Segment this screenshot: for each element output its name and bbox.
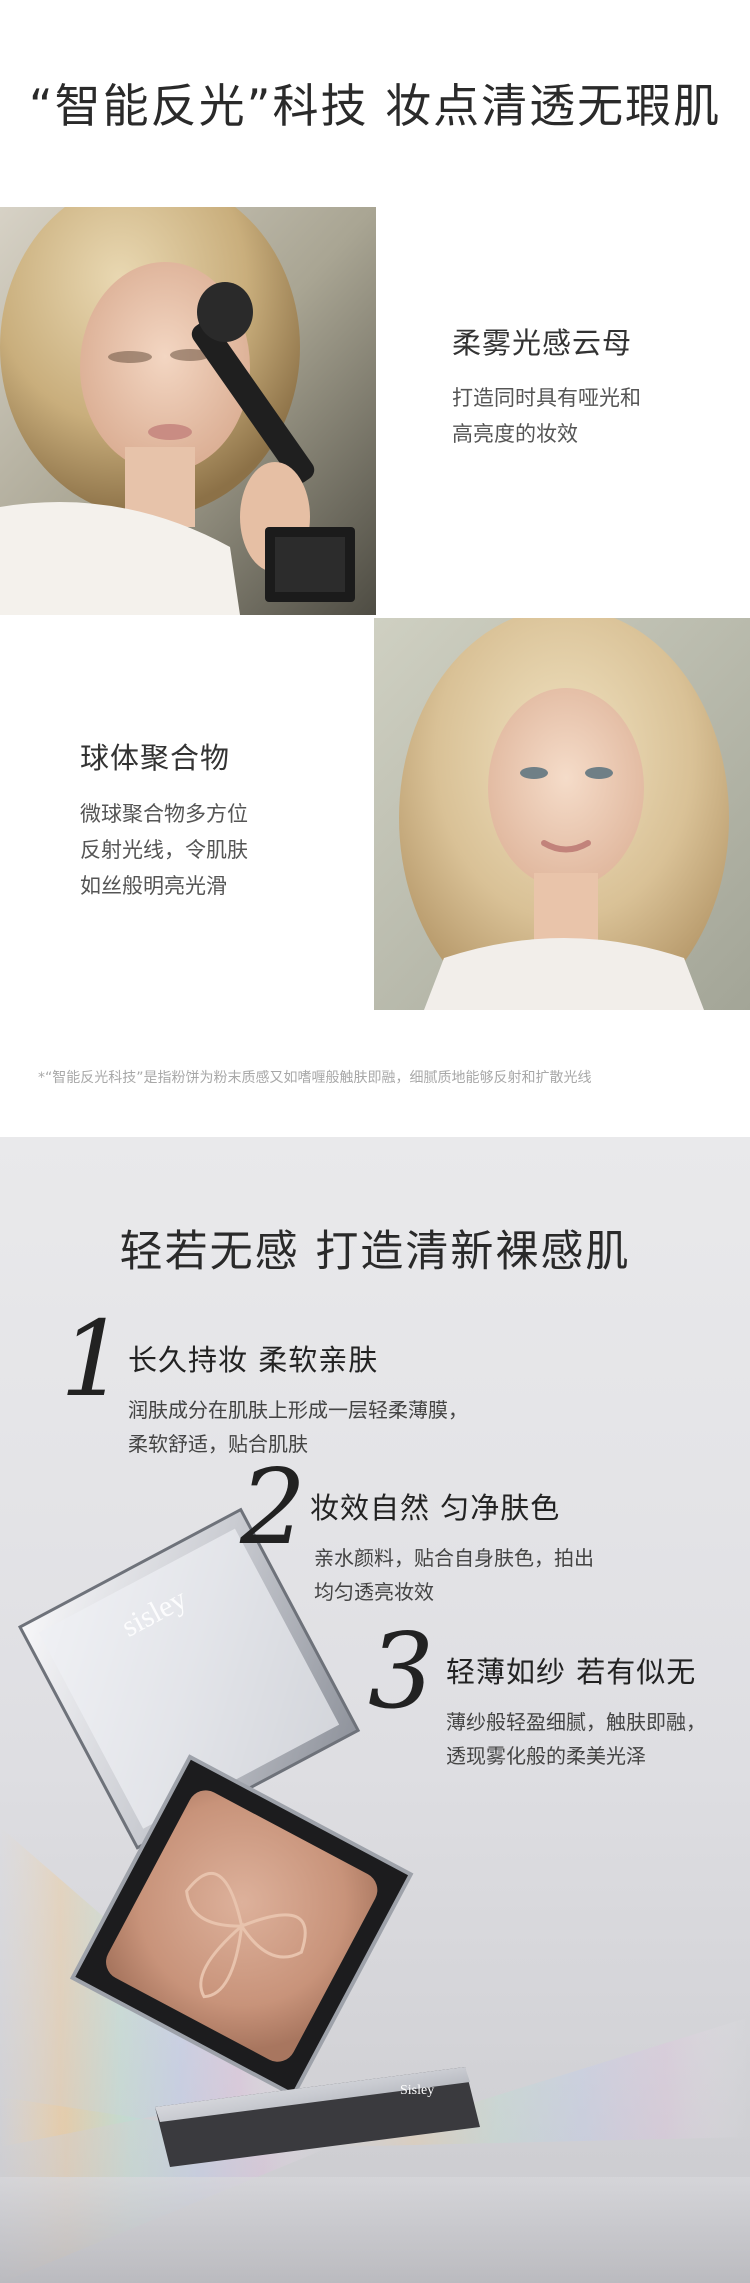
point-number-3: 3 [368, 1610, 435, 1732]
model-applying-powder-image [0, 207, 376, 615]
point-line: 透现雾化般的柔美光泽 [446, 1744, 646, 1768]
feature-line: 反射光线，令肌肤 [80, 838, 248, 862]
hero-title: “智能反光”科技 妆点清透无瑕肌 [28, 79, 722, 133]
feature-title-polymer: 球体聚合物 [80, 741, 231, 775]
point-line: 均匀透亮妆效 [314, 1580, 434, 1604]
section-title: 轻若无感 打造清新裸感肌 [119, 1227, 631, 1277]
feature-body-mica: 打造同时具有哑光和 高亮度的妆效 [452, 380, 641, 452]
feature-title-mica: 柔雾光感云母 [452, 326, 633, 360]
point-line: 薄纱般轻盈细腻，触肤即融， [446, 1710, 706, 1734]
point-body-2: 亲水颜料，贴合自身肤色，拍出 均匀透亮妆效 [314, 1541, 594, 1609]
feature-line: 高亮度的妆效 [452, 422, 578, 446]
point-body-3: 薄纱般轻盈细腻，触肤即融， 透现雾化般的柔美光泽 [446, 1705, 706, 1773]
point-number-2: 2 [240, 1446, 307, 1568]
point-line: 润肤成分在肌肤上形成一层轻柔薄膜， [128, 1398, 468, 1422]
point-line: 亲水颜料，贴合自身肤色，拍出 [314, 1546, 594, 1570]
feature-line: 微球聚合物多方位 [80, 802, 248, 826]
point-number-1: 1 [60, 1298, 127, 1420]
base-brand-text: Sisley [400, 2083, 434, 2098]
point-title-1: 长久持妆 柔软亲肤 [128, 1343, 379, 1377]
feature-line: 如丝般明亮光滑 [80, 874, 227, 898]
feature-line: 打造同时具有哑光和 [452, 386, 641, 410]
feature-body-polymer: 微球聚合物多方位 反射光线，令肌肤 如丝般明亮光滑 [80, 796, 248, 904]
footnote: *“智能反光科技”是指粉饼为粉末质感又如嗜喱般触肤即融，细腻质地能够反射和扩散光… [38, 1070, 592, 1086]
section-technology: “智能反光”科技 妆点清透无瑕肌 柔雾光感云母 打造同时具有哑光和 高亮度的妆效… [0, 0, 750, 1135]
model-portrait-image [374, 618, 750, 1010]
section-texture: sisley Sisley 轻若无感 打造清新裸感肌 1 长久持妆 柔软亲肤 润… [0, 1137, 750, 2283]
point-title-2: 妆效自然 匀净肤色 [310, 1491, 561, 1525]
point-title-3: 轻薄如纱 若有似无 [446, 1655, 697, 1689]
